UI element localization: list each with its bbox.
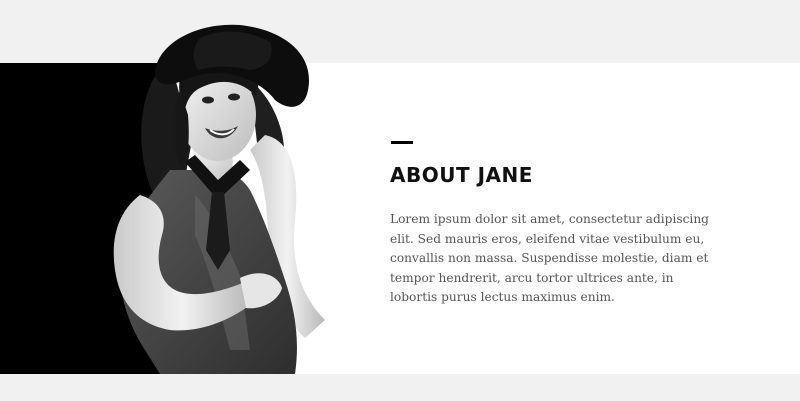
heading-accent-line xyxy=(391,141,413,144)
portrait-photo xyxy=(100,20,345,374)
bio-paragraph: Lorem ipsum dolor sit amet, consectetur … xyxy=(390,212,709,304)
section-heading: ABOUT JANE xyxy=(390,163,533,187)
about-section: ABOUT JANE Lorem ipsum dolor sit amet, c… xyxy=(0,0,800,401)
